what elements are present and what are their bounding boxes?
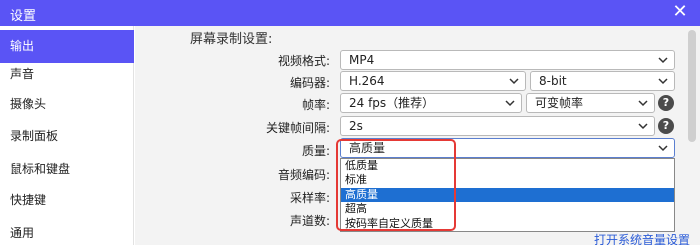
title-bar: 设置 ✕ — [0, 0, 700, 26]
sidebar-item-camera[interactable]: 摄像头 — [0, 88, 134, 121]
chevron-down-icon — [638, 123, 648, 130]
audio-encoder-label: 音频编码: — [277, 168, 330, 182]
encoder-label: 编码器: — [289, 76, 330, 90]
quality-value: 高质量 — [349, 141, 386, 155]
video-format-select[interactable]: MP4 — [340, 50, 675, 70]
keyframe-interval-label: 关键帧间隔: — [265, 121, 330, 135]
video-format-label: 视频格式: — [277, 54, 330, 68]
quality-option-standard[interactable]: 标准 — [341, 173, 674, 187]
scrollbar[interactable] — [688, 30, 696, 142]
section-title: 屏幕录制设置: — [190, 32, 273, 47]
bit-depth-value: 8-bit — [539, 74, 567, 88]
quality-dropdown-list: 低质量 标准 高质量 超高 按码率自定义质量 — [340, 158, 675, 232]
frame-rate-label: 帧率: — [301, 98, 330, 112]
encoder-select[interactable]: H.264 — [340, 71, 526, 91]
bit-depth-select[interactable]: 8-bit — [530, 71, 675, 91]
video-format-value: MP4 — [349, 53, 375, 67]
keyframe-interval-value: 2s — [349, 119, 363, 133]
channels-label: 声道数: — [289, 214, 330, 228]
quality-option-custom-bitrate[interactable]: 按码率自定义质量 — [341, 217, 674, 231]
frame-rate-select[interactable]: 24 fps（推荐） — [340, 93, 522, 113]
sidebar-item-general[interactable]: 通用 — [0, 217, 134, 245]
encoder-value: H.264 — [349, 74, 385, 88]
system-volume-settings-link[interactable]: 打开系统音量设置 — [594, 231, 690, 245]
quality-option-high[interactable]: 高质量 — [341, 188, 674, 202]
chevron-down-icon — [658, 57, 668, 64]
frame-rate-value: 24 fps（推荐） — [349, 96, 435, 110]
chevron-down-icon — [658, 145, 668, 152]
keyframe-interval-select[interactable]: 2s — [340, 116, 655, 136]
sidebar: 输出 声音 摄像头 录制面板 鼠标和键盘 快捷键 通用 — [0, 26, 134, 245]
sidebar-item-hotkeys[interactable]: 快捷键 — [0, 184, 134, 217]
close-icon[interactable]: ✕ — [670, 1, 690, 23]
quality-option-low[interactable]: 低质量 — [341, 159, 674, 173]
chevron-down-icon — [505, 100, 515, 107]
sidebar-item-recording-panel[interactable]: 录制面板 — [0, 120, 134, 153]
quality-select[interactable]: 高质量 — [340, 138, 675, 158]
sidebar-item-mouse-keyboard[interactable]: 鼠标和键盘 — [0, 153, 134, 186]
quality-option-ultra[interactable]: 超高 — [341, 202, 674, 216]
frame-rate-help-icon[interactable]: ? — [658, 95, 674, 111]
quality-label: 质量: — [301, 144, 330, 158]
frame-rate-mode-select[interactable]: 可变帧率 — [526, 93, 655, 113]
sidebar-item-audio[interactable]: 声音 — [0, 58, 134, 91]
keyframe-interval-help-icon[interactable]: ? — [658, 118, 674, 134]
chevron-down-icon — [658, 78, 668, 85]
chevron-down-icon — [638, 100, 648, 107]
sample-rate-label: 采样率: — [289, 191, 330, 205]
frame-rate-mode-value: 可变帧率 — [535, 96, 584, 110]
chevron-down-icon — [509, 78, 519, 85]
window-title: 设置 — [10, 9, 37, 24]
